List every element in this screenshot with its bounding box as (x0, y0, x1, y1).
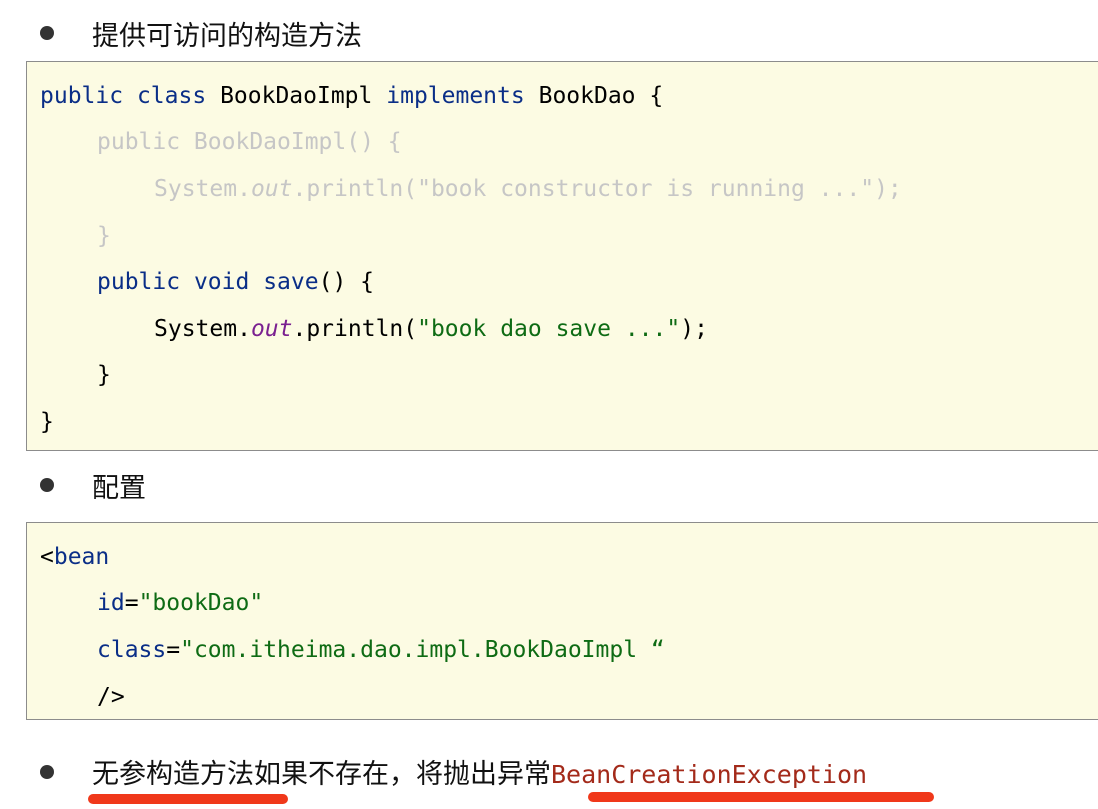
code-line: } (97, 362, 111, 388)
code-line: id="bookDao" (97, 590, 264, 616)
java-code-block: public class BookDaoImpl implements Book… (26, 61, 1098, 451)
bullet-text-exception-note: 无参构造方法如果不存在，将抛出异常BeanCreationException (92, 752, 867, 791)
code-line-commented: public BookDaoImpl() { (97, 129, 402, 155)
bullet-dot (40, 478, 54, 492)
code-line: } (40, 409, 54, 435)
code-line: class="com.itheima.dao.impl.BookDaoImpl … (97, 637, 665, 663)
bullet-dot (40, 765, 54, 779)
code-line: System.out.println("book dao save ..."); (154, 316, 708, 342)
xml-code-block: <bean id="bookDao" class="com.itheima.da… (26, 522, 1098, 720)
code-line-commented: System.out.println("book constructor is … (154, 176, 902, 202)
code-line: public void save() { (97, 269, 374, 295)
bullet-dot (40, 26, 54, 40)
code-line: <bean (40, 544, 110, 570)
bullet-text-config: 配置 (92, 473, 146, 504)
code-line: /> (97, 684, 125, 710)
bullet-text-constructor: 提供可访问的构造方法 (92, 21, 362, 52)
code-line-commented: } (97, 223, 111, 249)
red-underline-annotation (88, 794, 288, 804)
code-line: public class BookDaoImpl implements Book… (40, 83, 664, 109)
exception-note-text: 无参构造方法如果不存在，将抛出异常 (92, 759, 551, 790)
exception-class-name: BeanCreationException (551, 760, 868, 789)
red-underline-annotation (588, 792, 934, 802)
